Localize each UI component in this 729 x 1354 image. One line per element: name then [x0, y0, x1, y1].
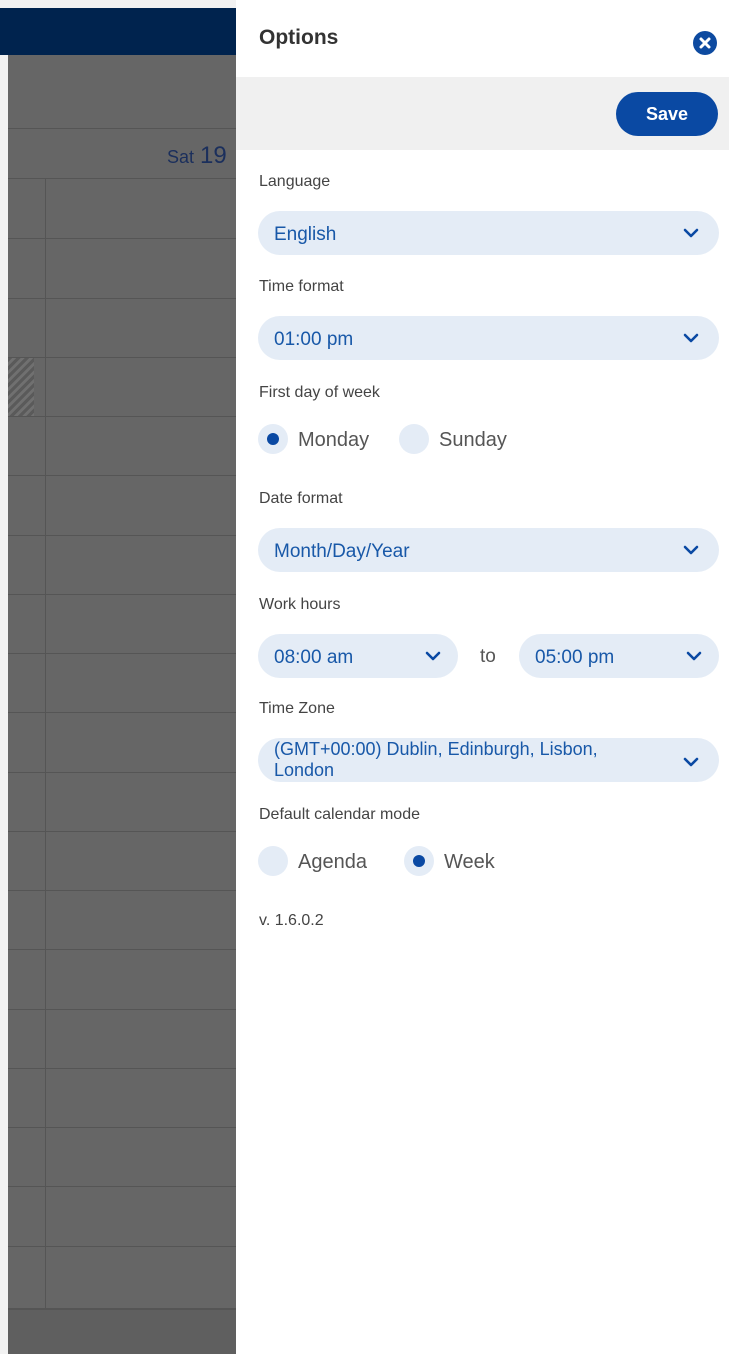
date-format-value: Month/Day/Year	[274, 541, 410, 562]
save-button[interactable]: Save	[616, 92, 718, 136]
chevron-down-icon	[686, 651, 702, 661]
time-zone-label: Time Zone	[259, 700, 335, 717]
hour-line	[8, 831, 236, 832]
hour-line	[8, 1068, 236, 1069]
save-bar: Save	[236, 77, 729, 150]
hour-line	[8, 712, 236, 713]
options-panel: Options Save Language English Time forma…	[236, 0, 729, 1354]
radio-week[interactable]: Week	[404, 846, 524, 880]
work-hours-start-value: 08:00 am	[274, 647, 354, 668]
hour-line	[8, 1009, 236, 1010]
radio-circle	[404, 846, 434, 876]
hour-line	[8, 357, 236, 358]
hour-line	[8, 416, 236, 417]
radio-label: Monday	[298, 429, 370, 451]
work-hours-label: Work hours	[259, 596, 341, 613]
work-hours-separator: to	[480, 646, 496, 667]
hour-line	[8, 475, 236, 476]
time-column-divider	[45, 178, 46, 1308]
radio-selected-dot	[267, 433, 279, 445]
day-header: Sat 19	[167, 142, 227, 170]
hour-line	[8, 594, 236, 595]
window-frame-top	[0, 0, 236, 8]
hour-line	[8, 238, 236, 239]
language-value: English	[274, 224, 337, 245]
hour-line	[8, 949, 236, 950]
divider	[8, 128, 236, 129]
date-format-select[interactable]: Month/Day/Year	[258, 528, 719, 572]
date-format-label: Date format	[259, 490, 343, 507]
hour-line	[8, 535, 236, 536]
calendar-footer	[8, 1308, 236, 1354]
hour-line	[8, 298, 236, 299]
options-header: Options	[236, 0, 729, 77]
radio-label: Week	[444, 851, 495, 873]
chevron-down-icon	[683, 757, 699, 767]
time-zone-value: (GMT+00:00) Dublin, Edinburgh, Lisbon, L…	[274, 739, 598, 780]
hour-line	[8, 1186, 236, 1187]
time-format-label: Time format	[259, 278, 344, 295]
radio-selected-dot	[413, 855, 425, 867]
calendar-backdrop: Sat 19	[0, 0, 236, 1354]
radio-circle	[258, 846, 288, 876]
work-hours-end-select[interactable]: 05:00 pm	[519, 634, 719, 678]
chevron-down-icon	[683, 545, 699, 555]
radio-label: Sunday	[439, 429, 507, 451]
time-format-value: 01:00 pm	[274, 329, 354, 350]
hour-line	[8, 772, 236, 773]
calendar-top-bar	[0, 8, 236, 55]
first-day-label: First day of week	[259, 384, 380, 401]
radio-sunday[interactable]: Sunday	[399, 424, 519, 458]
radio-circle	[258, 424, 288, 454]
language-select[interactable]: English	[258, 211, 719, 255]
calendar-mode-label: Default calendar mode	[259, 806, 420, 823]
time-format-select[interactable]: 01:00 pm	[258, 316, 719, 360]
panel-title: Options	[259, 26, 339, 49]
version-text: v. 1.6.0.2	[259, 912, 324, 929]
close-button[interactable]	[693, 31, 717, 55]
hour-line	[8, 1246, 236, 1247]
chevron-down-icon	[683, 333, 699, 343]
language-label: Language	[259, 173, 331, 190]
radio-label: Agenda	[298, 851, 367, 873]
window-frame-left	[0, 0, 8, 1354]
hour-line	[8, 1127, 236, 1128]
work-hours-start-select[interactable]: 08:00 am	[258, 634, 458, 678]
work-hours-end-value: 05:00 pm	[535, 647, 615, 668]
radio-circle	[399, 424, 429, 454]
chevron-down-icon	[683, 228, 699, 238]
hour-line	[8, 890, 236, 891]
radio-agenda[interactable]: Agenda	[258, 846, 378, 880]
radio-monday[interactable]: Monday	[258, 424, 378, 458]
divider	[8, 178, 236, 179]
hour-line	[8, 653, 236, 654]
non-working-hours-hatch	[8, 358, 34, 416]
time-zone-select[interactable]: (GMT+00:00) Dublin, Edinburgh, Lisbon, L…	[258, 738, 719, 782]
close-icon	[699, 37, 711, 49]
chevron-down-icon	[425, 651, 441, 661]
day-name: Sat	[167, 147, 195, 167]
day-number: 19	[200, 142, 227, 169]
